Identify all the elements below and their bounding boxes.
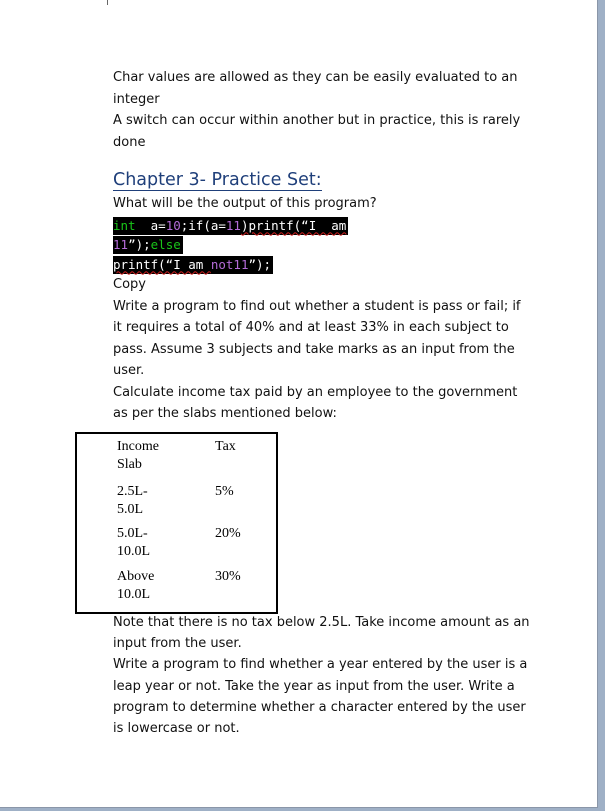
table-cell-tax: 5% bbox=[215, 484, 234, 499]
body-line: Note that there is no tax below 2.5L. Ta… bbox=[113, 615, 530, 630]
chapter-heading: Chapter 3- Practice Set: bbox=[113, 167, 538, 193]
body-line: as per the slabs mentioned below: bbox=[113, 406, 337, 421]
document-body: Char values are allowed as they can be e… bbox=[113, 67, 538, 425]
table-cell-tax: 30% bbox=[215, 569, 241, 584]
code-line-2: 11”);else bbox=[113, 236, 183, 254]
copy-label: Copy bbox=[113, 277, 146, 292]
body-line: Write a program to find out whether a st… bbox=[113, 298, 521, 314]
question-text: What will be the output of this program? bbox=[113, 196, 377, 211]
code-line-1: int a=10;if(a=11)printf(“I am bbox=[113, 216, 349, 235]
chapter-heading-text: Chapter 3- Practice Set: bbox=[113, 170, 322, 191]
document-page: Char values are allowed as they can be e… bbox=[0, 0, 598, 808]
body-line: it requires a total of 40% and at least … bbox=[113, 320, 509, 335]
body-line: Char values are allowed as they can be e… bbox=[113, 70, 518, 85]
body-line: user. bbox=[113, 363, 145, 378]
body-line: integer bbox=[113, 91, 160, 107]
document-body-continued: Note that there is no tax below 2.5L. Ta… bbox=[113, 612, 538, 739]
body-line: leap year or not. Take the year as input… bbox=[113, 678, 515, 694]
body-line: is lowercase or not. bbox=[113, 721, 240, 737]
tax-slab-table: Income Slab Tax 2.5L- 5.0L 5% 5.0L- 10.0… bbox=[75, 432, 278, 614]
body-line: Calculate income tax paid by an employee… bbox=[113, 384, 518, 400]
code-line-3: printf(“I am not11”); bbox=[113, 255, 274, 274]
body-line: pass. Assume 3 subjects and take marks a… bbox=[113, 341, 515, 357]
body-line: program to determine whether a character… bbox=[113, 699, 526, 715]
margin-marker bbox=[107, 0, 108, 5]
header-tax: Tax bbox=[215, 439, 236, 454]
body-line: input from the user. bbox=[113, 636, 242, 652]
header-income-slab: Income Slab bbox=[117, 439, 159, 472]
table-cell-slab: 2.5L- 5.0L bbox=[117, 484, 148, 517]
code-snippet: int a=10;if(a=11)printf(“I am 11”);else … bbox=[113, 216, 538, 275]
body-line: done bbox=[113, 134, 146, 150]
table-cell-tax: 20% bbox=[215, 526, 241, 541]
table-cell-slab: 5.0L- 10.0L bbox=[117, 526, 151, 559]
body-line: Write a program to find whether a year e… bbox=[113, 657, 528, 673]
body-line: A switch can occur within another but in… bbox=[113, 113, 521, 128]
table-cell-slab: Above 10.0L bbox=[117, 569, 155, 602]
